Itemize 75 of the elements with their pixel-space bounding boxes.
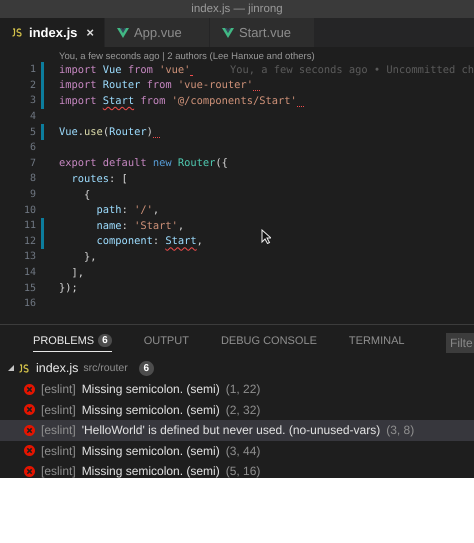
- problem-source: [eslint]: [41, 464, 76, 478]
- problem-message: Missing semicolon. (semi): [82, 444, 220, 458]
- filter-field[interactable]: Filte: [446, 333, 474, 353]
- line-number: 12: [22, 236, 36, 247]
- code-line: Vue.use(Router): [59, 126, 153, 138]
- problem-message: Missing semicolon. (semi): [82, 402, 220, 417]
- code-line: component: Start,: [96, 235, 203, 248]
- editor-tab[interactable]: Start.vue: [210, 18, 315, 47]
- code-line: import Router from 'vue-router': [59, 79, 253, 92]
- error-icon: [24, 384, 35, 395]
- problem-position: (5, 16): [226, 464, 260, 478]
- line-number: 2: [28, 80, 36, 91]
- code-line: path: '/',: [96, 204, 160, 216]
- line-number: 9: [28, 189, 36, 200]
- code-line: ],: [70, 266, 84, 279]
- problem-message: 'HelloWorld' is defined but never used. (no-unused-vars): [82, 423, 380, 438]
- code-line: import Vue from 'vue': [59, 64, 190, 76]
- problem-row[interactable]: [eslint] Missing semicolon. (semi) (1, 22): [0, 379, 474, 400]
- count-badge: 6: [138, 360, 154, 376]
- line-number: 3: [28, 95, 36, 106]
- code-line: routes: [: [70, 172, 128, 185]
- problem-message: Missing semicolon. (semi): [82, 464, 220, 478]
- vue-file-icon: [117, 28, 129, 38]
- js-file-icon: [19, 364, 31, 372]
- line-number: 14: [22, 267, 36, 278]
- editor-tab[interactable]: App.vue: [105, 18, 210, 47]
- window-title: index.js — jinrong: [0, 0, 474, 18]
- problem-row[interactable]: [eslint] 'HelloWorld' is defined but never used. (no-unused-vars) (3, 8): [0, 420, 474, 440]
- expand-arrow-icon[interactable]: [8, 365, 14, 371]
- error-icon: [24, 424, 35, 436]
- line-number: 1: [28, 64, 36, 76]
- code-line: },: [83, 250, 97, 263]
- blame-annotation: You, a few seconds ago • Uncommitted ch: [230, 64, 474, 76]
- line-number: 15: [22, 282, 36, 294]
- file-name: index.js: [36, 361, 78, 375]
- code-line: {: [83, 188, 90, 201]
- problem-position: (2, 32): [226, 402, 260, 417]
- error-icon: [24, 445, 35, 456]
- codelens-text[interactable]: You, a few seconds ago | 2 authors (Lee Hanxue and others): [0, 47, 474, 62]
- line-number: 4: [28, 111, 36, 122]
- editor-tab[interactable]: index.js ×: [0, 18, 105, 47]
- close-icon[interactable]: ×: [86, 25, 94, 40]
- line-number: 5: [28, 126, 36, 138]
- problem-source: [eslint]: [41, 423, 76, 438]
- problem-source: [eslint]: [41, 402, 76, 417]
- code-line: export default new Router({: [59, 157, 228, 170]
- problem-position: (3, 44): [226, 444, 260, 458]
- code-line: import Start from '@/components/Start': [59, 94, 297, 107]
- problem-position: (1, 22): [226, 382, 260, 396]
- line-number: 16: [22, 298, 36, 310]
- problem-message: Missing semicolon. (semi): [82, 382, 220, 396]
- code-line: });: [59, 282, 78, 294]
- mouse-cursor-icon: [261, 229, 271, 244]
- line-number: 6: [28, 142, 36, 154]
- vue-file-icon: [222, 28, 234, 38]
- problem-row[interactable]: [eslint] Missing semicolon. (semi) (2, 32): [0, 400, 474, 420]
- line-number: 7: [28, 158, 36, 169]
- line-number: 8: [28, 173, 36, 184]
- problem-position: (3, 8): [386, 423, 414, 438]
- panel-tab[interactable]: PROBLEMS 6: [33, 328, 112, 352]
- count-badge: 6: [98, 334, 112, 347]
- line-number: 13: [22, 251, 36, 262]
- file-path: src/router: [83, 362, 128, 374]
- panel-tab[interactable]: OUTPUT: [144, 328, 189, 352]
- problem-source: [eslint]: [41, 382, 76, 396]
- line-number: 10: [22, 204, 36, 216]
- line-number: 11: [22, 220, 36, 232]
- code-line: name: 'Start',: [96, 220, 184, 232]
- panel-tab[interactable]: DEBUG CONSOLE: [220, 328, 317, 352]
- problem-source: [eslint]: [41, 444, 76, 458]
- panel-tab[interactable]: TERMINAL: [348, 328, 405, 352]
- problem-row[interactable]: [eslint] Missing semicolon. (semi) (3, 44): [0, 440, 474, 461]
- js-file-icon: [12, 28, 24, 37]
- problem-row[interactable]: [eslint] Missing semicolon. (semi) (5, 16): [0, 461, 474, 478]
- error-icon: [24, 404, 35, 416]
